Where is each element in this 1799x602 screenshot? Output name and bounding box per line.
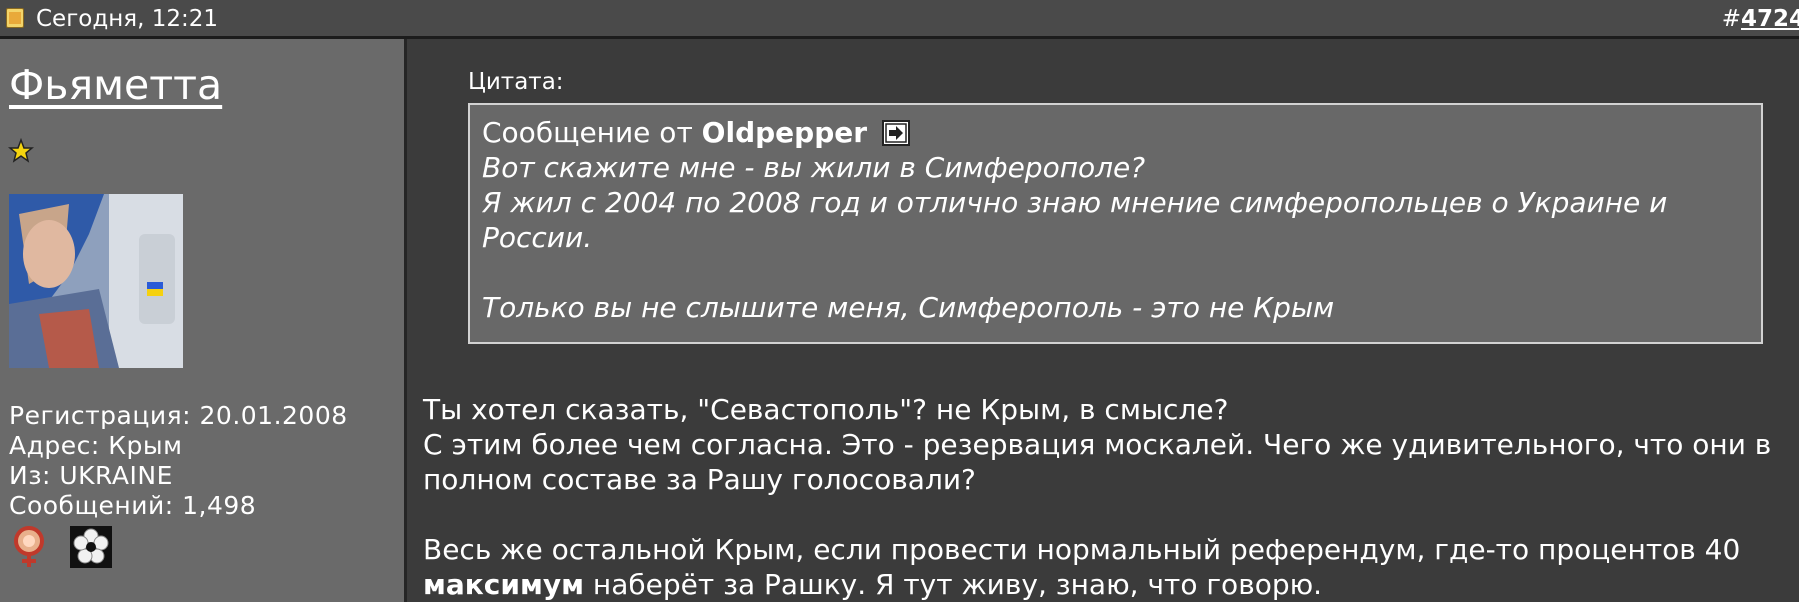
registration-date: Регистрация: 20.01.2008 bbox=[9, 401, 348, 430]
quote-box: Сообщение от Oldpepper Вот скажите мне -… bbox=[468, 103, 1763, 344]
message-paragraph: максимум наберёт за Рашку. Я тут живу, з… bbox=[423, 567, 1793, 602]
quote-label: Цитата: bbox=[468, 69, 564, 95]
post-header: Сегодня, 12:21 #4724 bbox=[0, 0, 1799, 39]
user-info: Регистрация: 20.01.2008 Адрес: Крым Из: … bbox=[9, 401, 348, 521]
message-text: Ты хотел сказать, "Севастополь"? не Крым… bbox=[423, 392, 1793, 602]
quote-line: Вот скажите мне - вы жили в Симферополе? bbox=[482, 151, 1146, 184]
username-link[interactable]: Фьяметта bbox=[9, 61, 222, 109]
view-post-arrow-icon[interactable] bbox=[881, 120, 910, 146]
post-status-icon bbox=[6, 8, 24, 28]
quote-line: Только вы не слышите меня, Симферополь -… bbox=[482, 291, 1335, 324]
post-number-link[interactable]: 4724 bbox=[1741, 6, 1799, 32]
post-number: #4724 bbox=[1722, 6, 1799, 32]
avatar-image bbox=[9, 194, 183, 368]
user-country: Из: UKRAINE bbox=[9, 461, 173, 490]
female-symbol-icon[interactable] bbox=[7, 525, 51, 569]
post-number-hash: # bbox=[1721, 6, 1741, 32]
message-count: Сообщений: 1,498 bbox=[9, 491, 257, 520]
quote-prefix: Сообщение от bbox=[482, 116, 693, 149]
star-icon bbox=[8, 138, 34, 163]
quote-header: Сообщение от Oldpepper bbox=[482, 115, 1749, 150]
user-address: Адрес: Крым bbox=[9, 431, 183, 460]
avatar[interactable] bbox=[9, 194, 183, 368]
quote-author: Oldpepper bbox=[701, 116, 868, 149]
quote-spacer bbox=[482, 255, 1749, 290]
quote-line: Я жил с 2004 по 2008 год и отлично знаю … bbox=[482, 186, 1668, 254]
post-body: Цитата: Сообщение от Oldpepper Вот скажи… bbox=[407, 39, 1799, 602]
user-panel: Фьяметта Регистрация: 20.01.2008 Адрес: … bbox=[0, 39, 407, 602]
message-text-rest: наберёт за Рашку. Я тут живу, знаю, что … bbox=[584, 568, 1323, 601]
post-date: Сегодня, 12:21 bbox=[36, 6, 219, 32]
message-paragraph: С этим более чем согласна. Это - резерва… bbox=[423, 428, 1772, 496]
flower-icon[interactable] bbox=[69, 525, 113, 569]
message-paragraph: Ты хотел сказать, "Севастополь"? не Крым… bbox=[423, 393, 1229, 426]
message-bold-word: максимум bbox=[423, 568, 585, 601]
message-paragraph: Весь же остальной Крым, если провести но… bbox=[423, 533, 1741, 566]
